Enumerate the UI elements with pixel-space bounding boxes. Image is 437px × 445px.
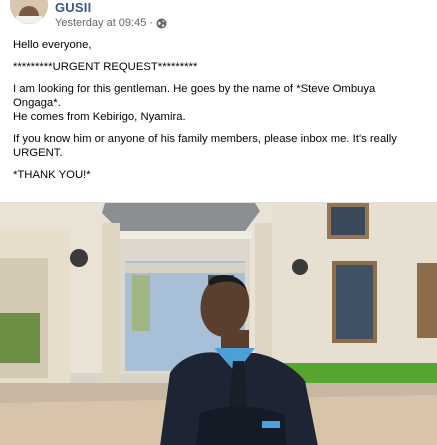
message-thanks: *THANK YOU!* [13, 169, 91, 181]
message-greeting: Hello everyone, [13, 39, 92, 51]
message-location: He comes from Kebirigo, Nyamira. [13, 111, 186, 123]
group-name-link[interactable]: GUSII [55, 0, 91, 15]
meta-separator: · [149, 17, 154, 29]
facebook-post: GUSII Yesterday at 09:45 · Hello everyon… [0, 0, 437, 445]
missing-person-photo [0, 203, 437, 445]
avatar-image [10, 0, 48, 24]
post-timestamp[interactable]: Yesterday at 09:45 [55, 17, 146, 29]
post-photo[interactable] [0, 202, 437, 445]
post-message: Hello everyone, *********URGENT REQUEST*… [13, 38, 423, 190]
message-description: I am looking for this gentleman. He goes… [13, 83, 379, 109]
message-request: If you know him or anyone of his family … [13, 133, 401, 159]
post-meta: Yesterday at 09:45 · [55, 17, 167, 29]
message-urgent-heading: *********URGENT REQUEST********* [13, 61, 198, 73]
globe-icon[interactable] [156, 18, 167, 29]
group-avatar[interactable] [10, 0, 48, 24]
post-header: GUSII Yesterday at 09:45 · [0, 0, 437, 34]
